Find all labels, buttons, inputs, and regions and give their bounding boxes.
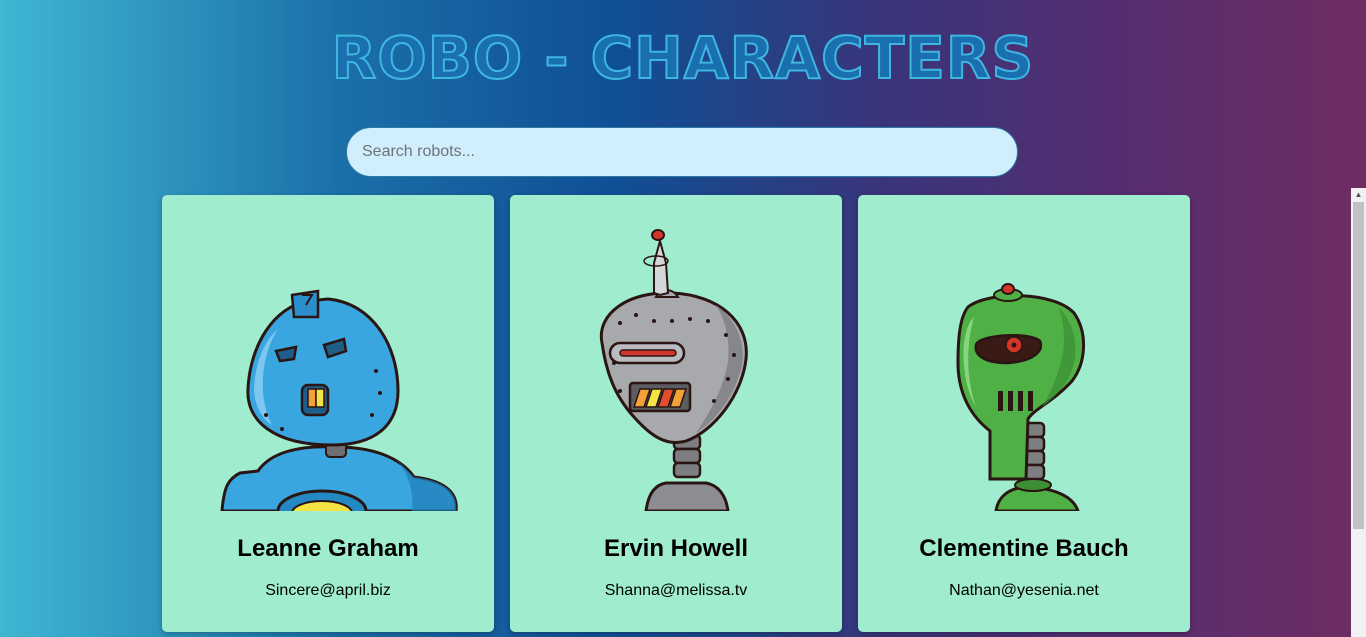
robot-card[interactable]: Clementine Bauch Nathan@yesenia.net <box>858 195 1190 632</box>
search-input[interactable] <box>346 127 1018 177</box>
robot-name: Clementine Bauch <box>919 535 1129 562</box>
robot-card[interactable]: Leanne Graham Sincere@april.biz <box>162 195 494 632</box>
scrollbar-thumb[interactable] <box>1353 202 1364 529</box>
green-robot-image <box>956 283 1086 511</box>
robot-name: Leanne Graham <box>237 535 419 562</box>
scroll-up-arrow-icon[interactable]: ▲ <box>1351 188 1366 201</box>
page-title: ROBO - CHARACTERS <box>331 23 1035 93</box>
blue-robot-image <box>220 289 458 511</box>
robot-email: Shanna@melissa.tv <box>604 582 748 599</box>
vertical-scrollbar[interactable]: ▲ <box>1351 188 1366 637</box>
grey-robot-image <box>599 229 748 511</box>
robot-email: Nathan@yesenia.net <box>949 582 1099 599</box>
robot-name: Ervin Howell <box>603 535 749 562</box>
robot-card[interactable]: Ervin Howell Shanna@melissa.tv <box>510 195 842 632</box>
robot-email: Sincere@april.biz <box>265 582 391 599</box>
